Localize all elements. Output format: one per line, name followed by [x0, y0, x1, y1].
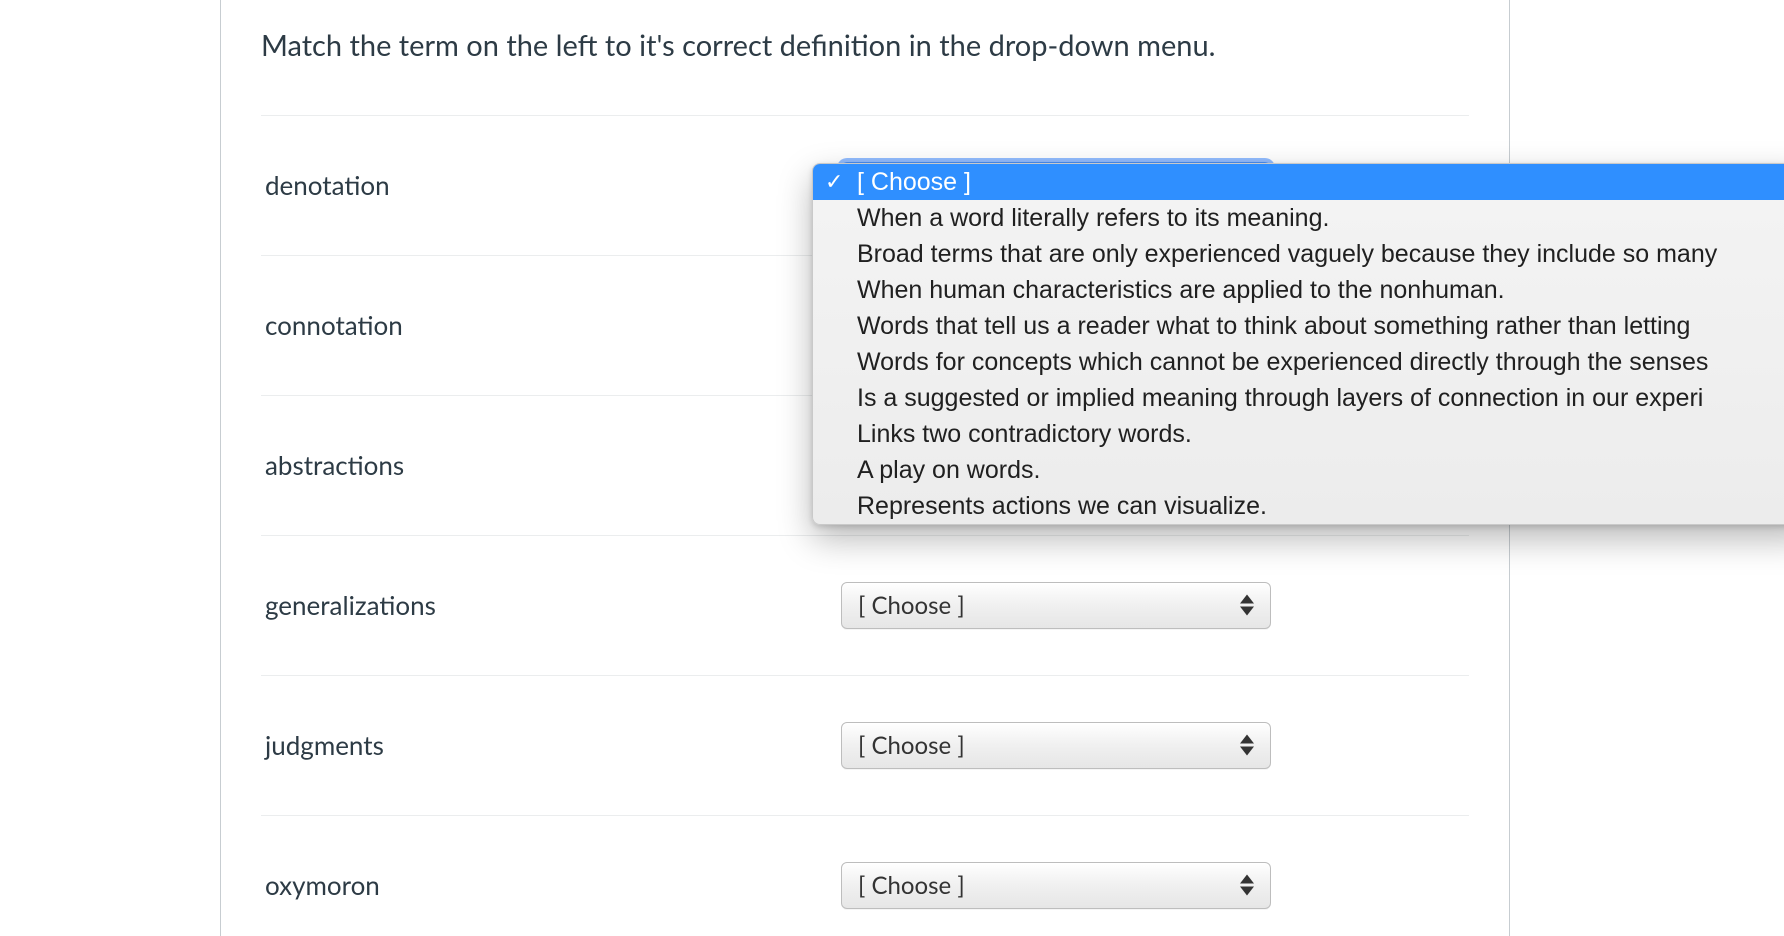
dropdown-option[interactable]: Broad terms that are only experienced va… — [813, 236, 1784, 272]
select-caret-icon — [1240, 875, 1254, 896]
dropdown-option-choose[interactable]: ✓ [ Choose ] — [813, 164, 1784, 200]
match-row-generalizations: generalizations [ Choose ] — [261, 535, 1469, 675]
select-value: [ Choose ] — [858, 871, 965, 900]
term-label: judgments — [261, 729, 841, 761]
dropdown-option-label: Broad terms that are only experienced va… — [857, 240, 1717, 269]
select-wrap: [ Choose ] — [841, 862, 1271, 909]
select-caret-icon — [1240, 735, 1254, 756]
definition-dropdown-open[interactable]: ✓ [ Choose ] When a word literally refer… — [812, 163, 1784, 525]
dropdown-option-label: When a word literally refers to its mean… — [857, 204, 1329, 233]
check-icon: ✓ — [825, 169, 843, 195]
select-caret-icon — [1240, 595, 1254, 616]
term-label: denotation — [261, 169, 841, 201]
definition-select-judgments[interactable]: [ Choose ] — [841, 722, 1271, 769]
definition-select-generalizations[interactable]: [ Choose ] — [841, 582, 1271, 629]
select-wrap: [ Choose ] — [841, 582, 1271, 629]
dropdown-option[interactable]: Words that tell us a reader what to thin… — [813, 308, 1784, 344]
dropdown-option-label: Is a suggested or implied meaning throug… — [857, 384, 1703, 413]
dropdown-option[interactable]: Words for concepts which cannot be exper… — [813, 344, 1784, 380]
match-row-oxymoron: oxymoron [ Choose ] — [261, 815, 1469, 936]
select-value: [ Choose ] — [858, 731, 965, 760]
dropdown-option-label: Links two contradictory words. — [857, 420, 1192, 449]
dropdown-option[interactable]: When a word literally refers to its mean… — [813, 200, 1784, 236]
dropdown-option-label: When human characteristics are applied t… — [857, 276, 1505, 305]
term-label: connotation — [261, 309, 841, 341]
dropdown-option[interactable]: Represents actions we can visualize. — [813, 488, 1784, 524]
question-instruction: Match the term on the left to it's corre… — [261, 26, 1469, 67]
dropdown-option[interactable]: Links two contradictory words. — [813, 416, 1784, 452]
select-wrap: [ Choose ] — [841, 722, 1271, 769]
dropdown-option[interactable]: Is a suggested or implied meaning throug… — [813, 380, 1784, 416]
definition-select-oxymoron[interactable]: [ Choose ] — [841, 862, 1271, 909]
dropdown-option-label: Words that tell us a reader what to thin… — [857, 312, 1690, 341]
term-label: oxymoron — [261, 869, 841, 901]
dropdown-option-label: Words for concepts which cannot be exper… — [857, 348, 1708, 377]
select-value: [ Choose ] — [858, 591, 965, 620]
match-row-judgments: judgments [ Choose ] — [261, 675, 1469, 815]
dropdown-option-label: A play on words. — [857, 456, 1040, 485]
dropdown-option-label: Represents actions we can visualize. — [857, 492, 1267, 521]
term-label: abstractions — [261, 449, 841, 481]
term-label: generalizations — [261, 589, 841, 621]
dropdown-option[interactable]: A play on words. — [813, 452, 1784, 488]
dropdown-option-label: [ Choose ] — [857, 168, 971, 197]
dropdown-option[interactable]: When human characteristics are applied t… — [813, 272, 1784, 308]
